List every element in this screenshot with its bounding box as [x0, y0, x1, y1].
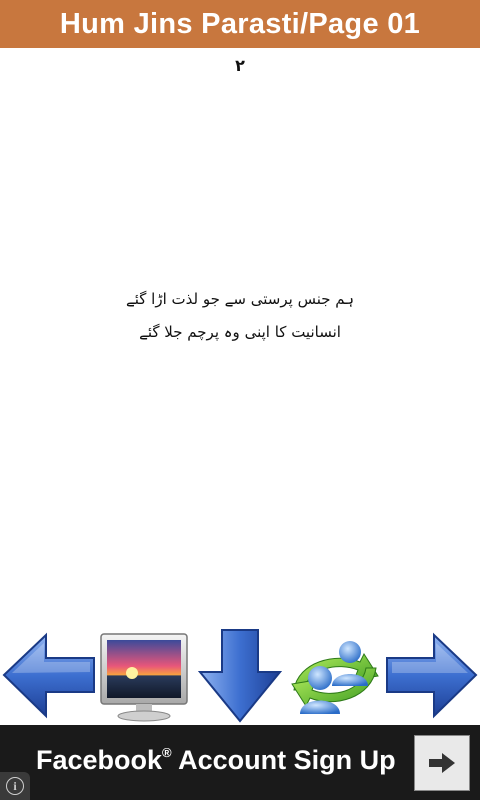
ad-banner[interactable]: Facebook® Account Sign Up: [0, 725, 480, 800]
navigation-toolbar: [0, 628, 480, 725]
ad-text[interactable]: Facebook® Account Sign Up: [36, 745, 396, 776]
share-button[interactable]: [286, 628, 384, 725]
ad-trademark: ®: [162, 745, 172, 760]
users-share-icon: [291, 641, 379, 714]
next-page-button[interactable]: [384, 628, 480, 725]
arrow-left-icon: [2, 632, 95, 719]
page-title: Hum Jins Parasti/Page 01: [59, 7, 421, 40]
arrow-right-icon: [386, 632, 478, 719]
ad-info-button[interactable]: i: [0, 772, 30, 800]
info-icon: i: [6, 777, 24, 795]
title-bar: Hum Jins Parasti/Page 01: [0, 0, 480, 48]
ad-brand: Facebook: [36, 745, 163, 775]
verse-line-1: ہم جنس پرستی سے جو لذت اڑا گئے: [125, 290, 355, 308]
ad-text-rest: Account Sign Up: [171, 745, 396, 775]
page-number: ٢: [235, 56, 245, 75]
arrow-right-icon: [429, 753, 455, 773]
verse-line-2: انسانیت کا اپنی وہ پرچم جلا گئے: [139, 323, 341, 341]
arrow-down-icon: [197, 629, 283, 723]
previous-page-button[interactable]: [0, 628, 98, 725]
ad-action-button[interactable]: [414, 735, 470, 791]
monitor-sunset-icon: [100, 633, 188, 722]
scroll-down-button[interactable]: [196, 628, 284, 725]
background-image-button[interactable]: [98, 628, 190, 725]
